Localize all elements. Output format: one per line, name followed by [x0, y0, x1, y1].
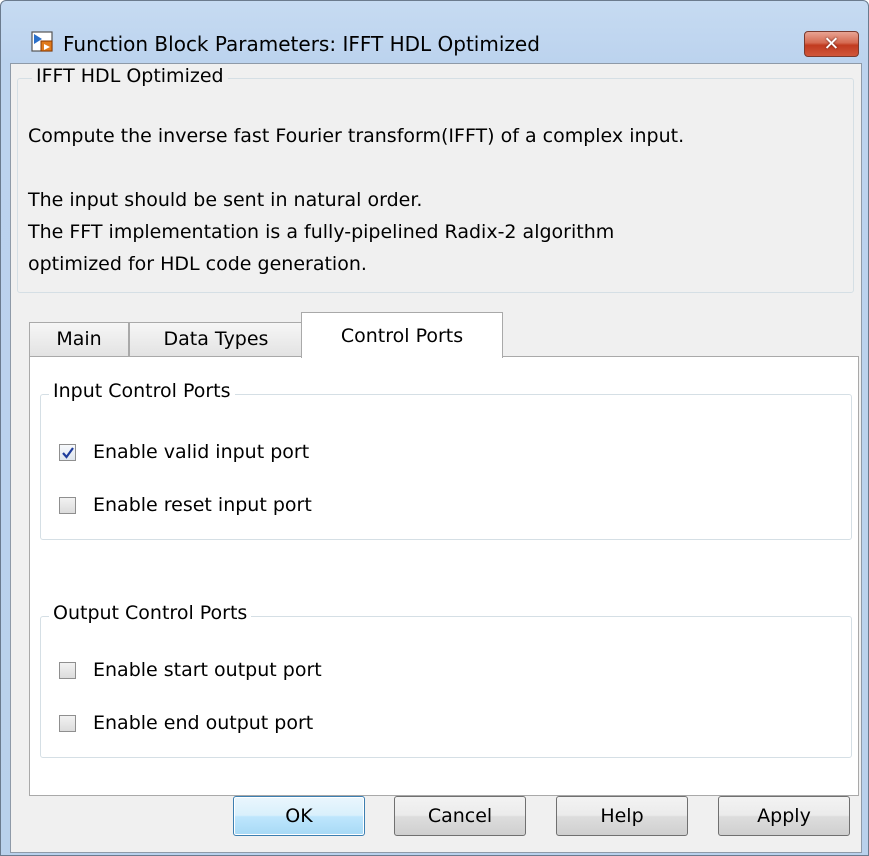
- close-button[interactable]: ✕: [804, 31, 859, 57]
- enable-reset-input-port-label: Enable reset input port: [93, 494, 312, 516]
- cancel-button[interactable]: Cancel: [394, 796, 526, 836]
- control-ports-panel: Input Control Ports Enable valid input p…: [29, 356, 859, 796]
- description-line: optimized for HDL code generation.: [28, 253, 367, 275]
- checkbox-box[interactable]: [59, 444, 76, 461]
- checkbox-box[interactable]: [59, 715, 76, 732]
- enable-start-output-port-label: Enable start output port: [93, 659, 322, 681]
- enable-valid-input-port-label: Enable valid input port: [93, 441, 310, 463]
- title-bar[interactable]: Function Block Parameters: IFFT HDL Opti…: [1, 1, 868, 57]
- dialog-body: IFFT HDL Optimized Compute the inverse f…: [10, 63, 862, 853]
- check-icon: [62, 447, 74, 459]
- checkbox-box[interactable]: [59, 497, 76, 514]
- tab-main[interactable]: Main: [29, 322, 129, 356]
- ok-button[interactable]: OK: [233, 796, 365, 836]
- description-group: IFFT HDL Optimized Compute the inverse f…: [17, 65, 854, 293]
- tab-control-ports[interactable]: Control Ports: [301, 312, 503, 358]
- description-line: The FFT implementation is a fully-pipeli…: [28, 221, 615, 243]
- apply-button[interactable]: Apply: [718, 796, 850, 836]
- dialog-window: Function Block Parameters: IFFT HDL Opti…: [0, 0, 869, 856]
- input-control-ports-title: Input Control Ports: [49, 380, 235, 402]
- tab-data-types[interactable]: Data Types: [129, 322, 303, 356]
- help-button[interactable]: Help: [556, 796, 688, 836]
- output-control-ports-group: Output Control Ports Enable start output…: [40, 602, 852, 758]
- input-control-ports-group: Input Control Ports Enable valid input p…: [40, 380, 852, 540]
- checkbox-box[interactable]: [59, 662, 76, 679]
- block-parameters-icon: [31, 31, 55, 53]
- tab-strip: Main Data Types Control Ports: [29, 312, 859, 358]
- description-group-title: IFFT HDL Optimized: [32, 65, 228, 87]
- window-title: Function Block Parameters: IFFT HDL Opti…: [63, 32, 540, 56]
- output-control-ports-title: Output Control Ports: [49, 602, 252, 624]
- enable-end-output-port-label: Enable end output port: [93, 712, 314, 734]
- close-icon: ✕: [823, 33, 840, 55]
- description-line: The input should be sent in natural orde…: [28, 189, 423, 211]
- description-line: Compute the inverse fast Fourier transfo…: [28, 125, 685, 147]
